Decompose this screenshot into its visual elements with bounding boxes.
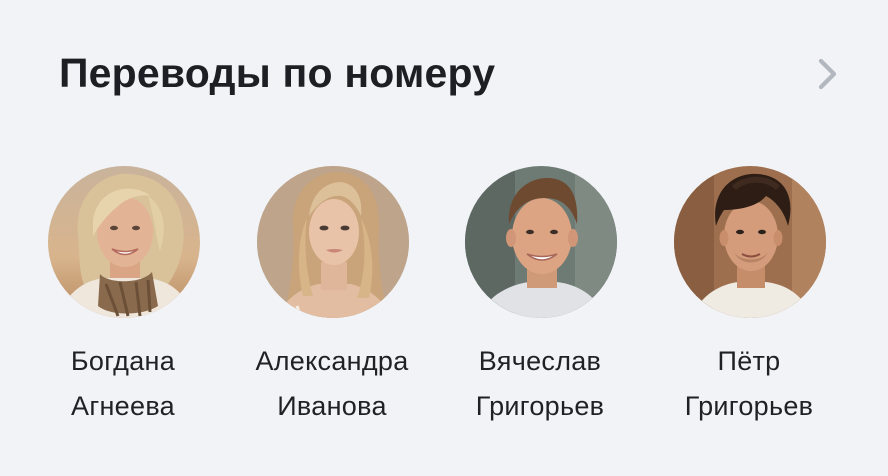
avatar xyxy=(674,166,826,318)
section-header: Переводы по номеру xyxy=(59,48,840,106)
contact-first-name: Александра xyxy=(255,346,409,376)
contact-first-name: Пётр xyxy=(717,346,781,376)
contacts-list: Богдана Агнеева Александра Иванова Вячес… xyxy=(0,166,888,436)
avatar xyxy=(257,166,409,318)
contact-item[interactable]: Пётр Григорьев xyxy=(654,166,844,436)
transfers-by-number-widget: Переводы по номеру Богдана Агнеева Алекс… xyxy=(0,0,888,476)
contact-last-name: Агнеева xyxy=(71,391,175,421)
contact-last-name: Григорьев xyxy=(684,391,814,421)
avatar xyxy=(465,166,617,318)
chevron-right-icon[interactable] xyxy=(812,56,842,92)
avatar xyxy=(48,166,200,318)
contact-first-name: Богдана xyxy=(70,346,176,376)
contact-item[interactable]: Александра Иванова xyxy=(237,166,427,436)
contact-item[interactable]: Богдана Агнеева xyxy=(28,166,218,436)
contact-last-name: Григорьев xyxy=(475,391,605,421)
section-title: Переводы по номеру xyxy=(59,50,496,96)
contact-first-name: Вячеслав xyxy=(478,346,602,376)
contact-item[interactable]: Вячеслав Григорьев xyxy=(445,166,635,436)
contact-last-name: Иванова xyxy=(277,391,387,421)
